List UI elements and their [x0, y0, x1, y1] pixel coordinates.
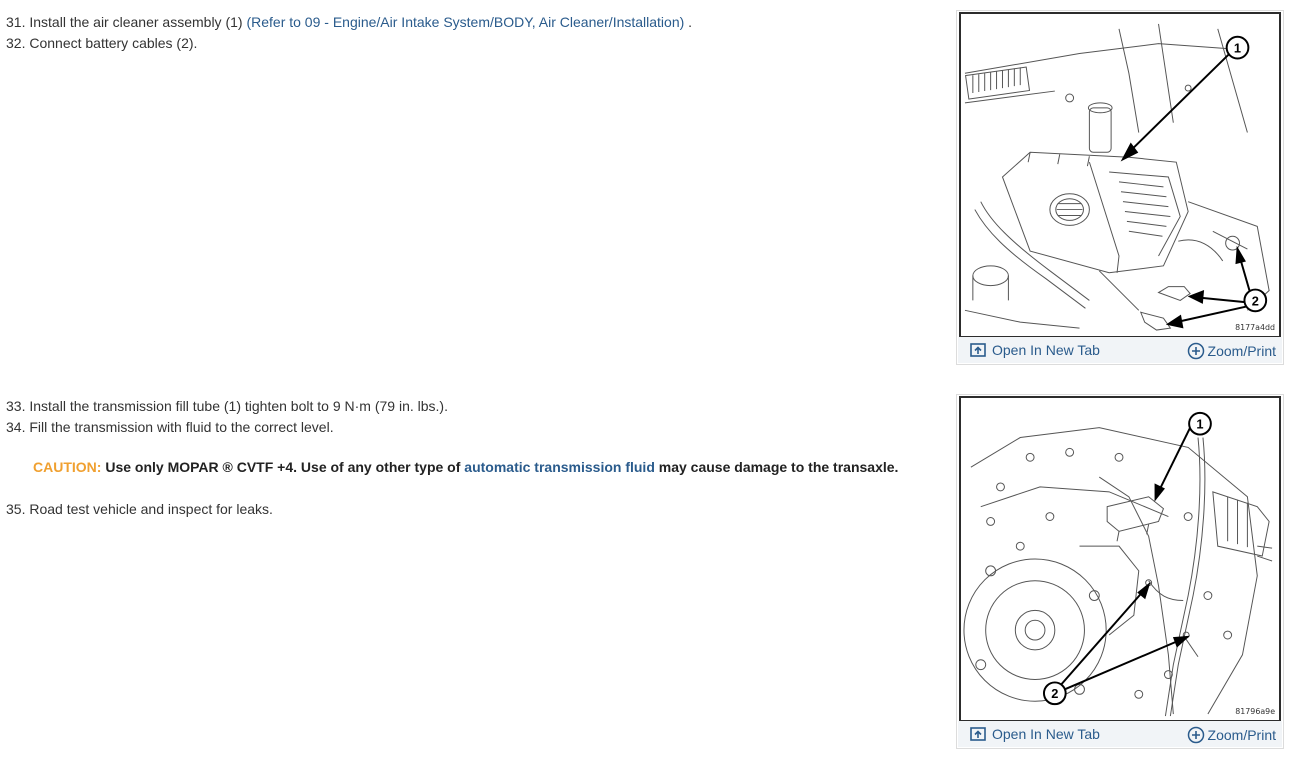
figure-2-callout-2: 2 — [1051, 686, 1058, 701]
zoom-plus-icon — [1187, 726, 1205, 744]
figure-2-open-in-new-tab[interactable]: Open In New Tab — [970, 726, 1100, 742]
open-in-new-tab-icon — [970, 727, 986, 741]
caution-text-before: Use only MOPAR ® CVTF +4. Use of any oth… — [101, 459, 465, 475]
figure-2: 1 2 81796a9e Open In New Tab Zoom/Print — [956, 394, 1284, 749]
figure-2-callout-1: 1 — [1196, 417, 1203, 432]
step-32: 32. Connect battery cables (2). — [6, 35, 198, 51]
automatic-transmission-fluid-link[interactable]: automatic transmission fluid — [464, 459, 655, 475]
open-in-new-tab-icon — [970, 343, 986, 357]
figure-2-open-label: Open In New Tab — [992, 726, 1100, 742]
zoom-plus-icon — [1187, 342, 1205, 360]
step-31-tail: . — [684, 14, 693, 30]
figure-1-id: 8177a4dd — [1235, 323, 1275, 332]
transmission-fill-tube-illustration: 1 2 81796a9e — [963, 411, 1275, 717]
figure-2-zoom-print[interactable]: Zoom/Print — [1187, 726, 1276, 744]
figure-1-zoom-label: Zoom/Print — [1207, 343, 1276, 359]
figure-1: 1 2 8177a4dd Open In New Tab Zoom/Print — [956, 10, 1284, 365]
step-34: 34. Fill the transmission with fluid to … — [6, 419, 334, 435]
figure-2-image[interactable]: 1 2 81796a9e — [959, 396, 1281, 722]
caution-note: CAUTION: Use only MOPAR ® CVTF +4. Use o… — [33, 459, 898, 475]
figure-2-id: 81796a9e — [1235, 707, 1275, 716]
caution-text-after: may cause damage to the transaxle. — [654, 459, 899, 475]
figure-1-open-label: Open In New Tab — [992, 342, 1100, 358]
step-35: 35. Road test vehicle and inspect for le… — [6, 501, 273, 517]
figure-1-callout-1: 1 — [1234, 41, 1241, 56]
figure-2-toolbar: Open In New Tab Zoom/Print — [958, 721, 1282, 747]
figure-1-zoom-print[interactable]: Zoom/Print — [1187, 342, 1276, 360]
figure-1-callout-2: 2 — [1252, 293, 1259, 308]
air-cleaner-illustration: 1 2 8177a4dd — [964, 23, 1275, 332]
caution-label: CAUTION: — [33, 459, 102, 475]
step-31-text: 31. Install the air cleaner assembly (1) — [6, 14, 247, 30]
figure-2-zoom-label: Zoom/Print — [1207, 727, 1276, 743]
figure-1-toolbar: Open In New Tab Zoom/Print — [958, 337, 1282, 363]
figure-1-open-in-new-tab[interactable]: Open In New Tab — [970, 342, 1100, 358]
air-cleaner-installation-link[interactable]: (Refer to 09 - Engine/Air Intake System/… — [246, 14, 684, 30]
step-31: 31. Install the air cleaner assembly (1)… — [6, 13, 692, 31]
step-33: 33. Install the transmission fill tube (… — [6, 398, 448, 414]
figure-1-image[interactable]: 1 2 8177a4dd — [959, 12, 1281, 338]
